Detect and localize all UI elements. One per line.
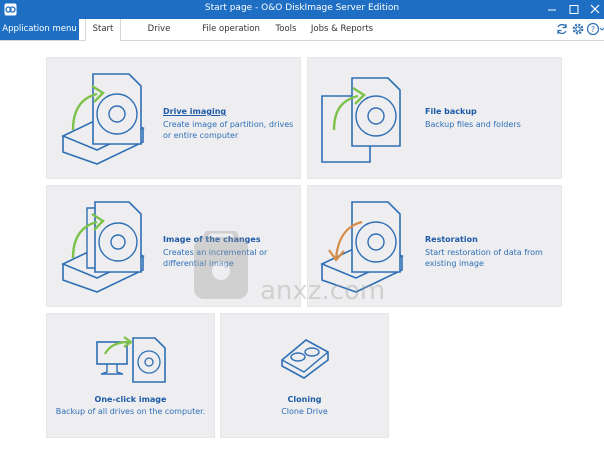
tab-jobs-reports[interactable]: Jobs & Reports [310,19,374,40]
refresh-icon[interactable] [555,22,569,36]
file-backup-title[interactable]: File backup [425,107,477,116]
card-drive-imaging[interactable]: Drive imaging Create image of partition,… [47,58,300,178]
tab-file-operation[interactable]: File operation [202,19,260,40]
card-restoration[interactable]: Restoration Start restoration of data fr… [308,186,561,306]
help-icon[interactable]: ? [586,22,604,36]
application-menu-button[interactable]: Application menu [0,19,79,40]
restoration-title[interactable]: Restoration [425,235,478,244]
drive-imaging-icon [61,73,145,165]
tab-tools[interactable]: Tools [272,19,300,40]
tab-start[interactable]: Start [85,19,121,41]
svg-text:?: ? [591,25,595,34]
one-click-image-desc: Backup of all drives on the computer. [55,407,206,416]
cloning-icon [281,339,329,379]
one-click-image-icon [96,336,166,383]
window-title: Start page - O&O DiskImage Server Editio… [204,3,400,13]
card-cloning[interactable]: Cloning Clone Drive [221,314,388,437]
image-of-changes-title[interactable]: Image of the changes [163,235,261,244]
card-image-of-changes[interactable]: Image of the changes Creates an incremen… [47,186,300,306]
ribbon: Application menu Start Drive operation F… [0,19,604,55]
cloning-title[interactable]: Cloning [221,395,388,404]
card-file-backup[interactable]: File backup Backup files and folders [308,58,561,178]
cloning-desc: Clone Drive [281,407,328,416]
minimize-icon[interactable] [544,2,560,17]
card-one-click-image[interactable]: One-click image Backup of all drives on … [47,314,214,437]
file-backup-icon [321,77,401,163]
tab-drive-operation[interactable]: Drive operation [127,19,191,55]
restoration-desc: Start restoration of data from existing … [425,248,543,268]
maximize-icon[interactable] [566,2,582,17]
image-of-changes-desc: Creates an incremental or differential i… [163,248,268,268]
settings-icon[interactable] [571,22,585,36]
restoration-icon [320,201,404,293]
title-bar: Start page - O&O DiskImage Server Editio… [0,0,604,19]
close-icon[interactable] [587,2,603,17]
start-page-content: Drive imaging Create image of partition,… [0,41,604,454]
file-backup-desc: Backup files and folders [425,120,521,129]
one-click-image-title[interactable]: One-click image [47,395,214,404]
incremental-image-icon [61,201,145,293]
drive-imaging-desc: Create image of partition, drives or ent… [163,120,294,140]
drive-imaging-title[interactable]: Drive imaging [163,107,226,116]
